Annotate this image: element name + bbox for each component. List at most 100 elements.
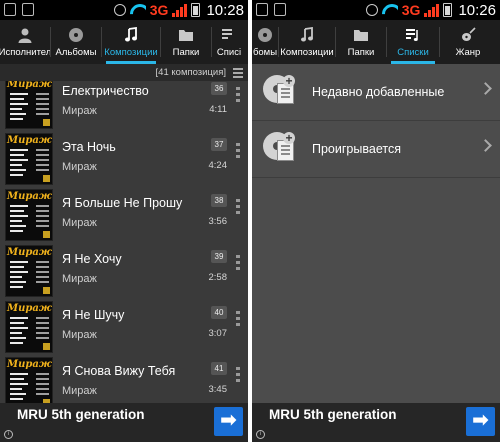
- tab-folders[interactable]: Папки: [161, 20, 211, 64]
- network-type: 3G: [149, 2, 169, 18]
- tab-label: бомы: [252, 47, 278, 58]
- track-artist: Мираж: [62, 161, 97, 173]
- battery-icon: [191, 3, 201, 17]
- tab-label: Списі: [216, 47, 242, 58]
- tab-playlists[interactable]: Списі: [212, 20, 246, 64]
- more-options-icon[interactable]: [236, 255, 240, 273]
- folder-icon: [177, 26, 195, 44]
- signal-icon: [424, 3, 440, 17]
- more-options-icon[interactable]: [236, 199, 240, 217]
- playlist-list: + Недавно добавленные + Проигрывается: [252, 64, 500, 403]
- more-options-icon[interactable]: [236, 143, 240, 161]
- track-duration: 3:56: [208, 216, 228, 227]
- notification-icon: [4, 3, 16, 16]
- track-count-bar: [41 композиция]: [0, 64, 248, 81]
- disc-icon: [256, 26, 274, 44]
- signal-icon: [172, 3, 188, 17]
- playlist-icon: [404, 26, 422, 44]
- track-title: Я Не Шучу: [62, 308, 125, 322]
- tab-label: Папки: [172, 47, 200, 58]
- ad-banner[interactable]: MRU 5th generation ➡ i: [0, 403, 248, 442]
- tab-albums[interactable]: Альбомы: [51, 20, 101, 64]
- track-artist: Мираж: [62, 217, 97, 229]
- track-duration: 4:24: [208, 160, 228, 171]
- tab-folders[interactable]: Папки: [336, 20, 386, 64]
- clock: 10:28: [206, 1, 244, 19]
- clock: 10:26: [458, 1, 496, 19]
- tab-label: Исполнител: [0, 47, 50, 58]
- album-cover: Мираж: [5, 189, 53, 241]
- track-title: Я Снова Вижу Тебя: [62, 364, 176, 378]
- tab-label: Жанр: [455, 47, 481, 58]
- folder-icon: [352, 26, 370, 44]
- track-title: Я Не Хочу: [62, 252, 122, 266]
- playlist-add-icon: +: [263, 75, 299, 109]
- track-duration: 3:07: [208, 328, 228, 339]
- track-number: 40: [211, 306, 227, 319]
- list-divider: [252, 177, 500, 178]
- disc-icon: [67, 26, 85, 44]
- track-title: Я Больше Не Прошу: [62, 196, 183, 210]
- track-count: [41 композиция]: [155, 67, 226, 78]
- ad-banner[interactable]: MRU 5th generation ➡ i: [252, 403, 500, 442]
- library-tabs: бомы Композиции Папки Списки Жанр: [252, 20, 500, 64]
- battery-icon: [443, 3, 453, 17]
- album-cover: Мираж: [5, 301, 53, 353]
- tab-songs[interactable]: Композиции: [102, 20, 160, 64]
- album-cover: Мираж: [5, 357, 53, 403]
- track-title: Електричество: [62, 84, 149, 98]
- chevron-right-icon: [479, 139, 492, 152]
- more-options-icon[interactable]: [236, 87, 240, 105]
- playlist-add-icon: +: [263, 132, 299, 166]
- menu-icon[interactable]: [233, 68, 243, 80]
- track-artist: Мираж: [62, 105, 97, 117]
- playlists-screen: 3G 10:26 бомы Композиции Папки Списки Жа…: [252, 0, 500, 442]
- more-options-icon[interactable]: [236, 367, 240, 385]
- track-list: Мираж Електричество Мираж 36 4:11 Мираж …: [0, 81, 248, 403]
- music-note-icon: [122, 26, 140, 44]
- status-bar: 3G 10:28: [0, 0, 248, 20]
- tab-label: Композиции: [280, 47, 334, 58]
- ad-arrow-button[interactable]: ➡: [214, 407, 243, 436]
- library-tabs: Исполнител Альбомы Композиции Папки Спис…: [0, 20, 248, 64]
- playlist-row-now-playing[interactable]: + Проигрывается: [252, 121, 500, 177]
- track-number: 39: [211, 250, 227, 263]
- notification-icon: [274, 3, 286, 16]
- network-type: 3G: [401, 2, 421, 18]
- alarm-icon: [113, 4, 126, 16]
- more-options-icon[interactable]: [236, 311, 240, 329]
- track-duration: 2:58: [208, 272, 228, 283]
- track-row[interactable]: Мираж Эта Ночь Мираж 37 4:24: [0, 130, 248, 186]
- tab-albums[interactable]: бомы: [252, 20, 278, 64]
- playlist-icon: [220, 26, 238, 44]
- track-number: 41: [211, 362, 227, 375]
- info-icon[interactable]: i: [256, 430, 265, 439]
- track-row[interactable]: Мираж Я Снова Вижу Тебя Мираж 41 3:45: [0, 354, 248, 403]
- songs-screen: 3G 10:28 Исполнител Альбомы Композиции П…: [0, 0, 248, 442]
- notification-icon: [22, 3, 34, 16]
- tab-label: Композиции: [104, 47, 158, 58]
- track-number: 38: [211, 194, 227, 207]
- track-row[interactable]: Мираж Я Больше Не Прошу Мираж 38 3:56: [0, 186, 248, 242]
- tab-genres[interactable]: Жанр: [440, 20, 496, 64]
- playlist-row-recently-added[interactable]: + Недавно добавленные: [252, 64, 500, 120]
- tab-artists[interactable]: Исполнител: [0, 20, 50, 64]
- tab-songs[interactable]: Композиции: [279, 20, 335, 64]
- track-row[interactable]: Мираж Я Не Хочу Мираж 39 2:58: [0, 242, 248, 298]
- ad-arrow-button[interactable]: ➡: [466, 407, 495, 436]
- playlist-label: Недавно добавленные: [312, 85, 445, 99]
- track-duration: 4:11: [209, 104, 227, 115]
- album-cover: Мираж: [5, 245, 53, 297]
- track-row[interactable]: Мираж Електричество Мираж 36 4:11: [0, 81, 248, 130]
- info-icon[interactable]: i: [4, 430, 13, 439]
- track-duration: 3:45: [208, 384, 228, 395]
- wifi-icon: [382, 4, 398, 16]
- guitar-icon: [459, 26, 477, 44]
- track-number: 36: [211, 82, 227, 95]
- track-artist: Мираж: [62, 385, 97, 397]
- album-cover: Мираж: [5, 133, 53, 185]
- chevron-right-icon: [479, 82, 492, 95]
- music-note-icon: [298, 26, 316, 44]
- track-row[interactable]: Мираж Я Не Шучу Мираж 40 3:07: [0, 298, 248, 354]
- tab-playlists[interactable]: Списки: [387, 20, 439, 64]
